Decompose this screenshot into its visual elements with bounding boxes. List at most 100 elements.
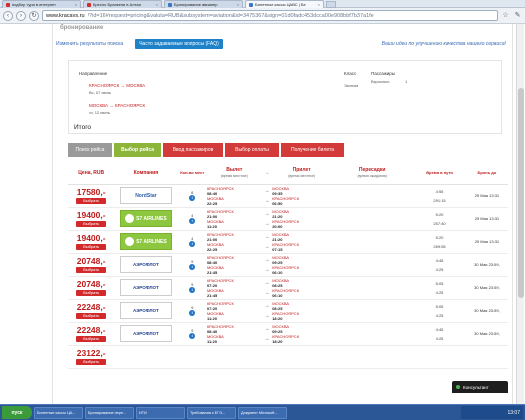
arrive-time: 06:50 [272,200,283,206]
change-search-link[interactable]: Изменить результаты поиска [56,41,123,47]
close-tab-icon[interactable]: × [237,2,239,7]
reload-icon[interactable]: ↻ [29,10,39,21]
choose-button[interactable]: Выбрать [76,243,107,250]
route-return: МОСКВА → КРАСНОЯРСК [89,103,146,108]
airline-name: АЭРОФЛОТ [132,285,159,290]
depart-cell: КРАСНОЯРСК 07:20 МОСКВА 21:45 [206,276,262,300]
choose-button[interactable]: Выбрать [76,312,107,319]
depart-cell: КРАСНОЯРСК 08:40 МОСКВА 22:25 [206,184,262,208]
tab-title: Билетные кассы ЦАВС | Бе [255,2,306,7]
table-row: 19400,- Выбрать S7 AIRLINES 4 i КРАСНОЯРСК 21:… [68,207,508,231]
info-icon[interactable]: i [189,310,196,316]
scrollbar-thumb[interactable] [518,88,524,298]
step-passengers[interactable]: Ввод пассажиров [163,143,223,157]
info-icon[interactable]: i [189,333,196,339]
arrive-time: 20:00 [272,223,283,229]
taskbar-item[interactable]: Документ Microsoft... [238,406,287,419]
choose-button[interactable]: Выбрать [76,220,107,227]
taskbar-item[interactable]: Билетные кассы ЦА... [34,406,83,419]
count-cell: 4i [177,230,207,254]
taskbar-item[interactable]: Требования к ЕГЭ... [187,406,236,419]
price-cell: 23122,- Выбрать [68,345,115,369]
table-row: 23122,- Выбрать [68,345,508,369]
duration-back: 269:55 [433,243,446,249]
browser-tab[interactable]: Кресло Бранкели в Алтаи × [83,0,162,8]
consultant-widget[interactable]: Консультант [452,381,508,393]
close-tab-icon[interactable]: × [318,2,320,7]
choose-button[interactable]: Выбрать [76,266,107,273]
airline-name: АЭРОФЛОТ [132,331,159,336]
info-icon[interactable]: i [189,195,196,201]
step-select-flight[interactable]: Выбор рейса [114,143,161,157]
col-arrow: → [261,162,273,185]
book-cell: 29 Мая 13:31 [465,230,508,254]
scrollbar[interactable] [516,24,524,404]
book-cell: 30 Мая 23:59, [465,253,508,277]
browser-tab[interactable]: Билетные кассы ЦАВС | Бе × [245,0,324,8]
info-icon[interactable]: i [189,241,196,247]
transfers-cell [331,299,414,323]
price-cell: 19400,- Выбрать [68,230,115,254]
choose-button[interactable]: Выбрать [76,358,107,365]
start-button[interactable]: пуск [2,406,32,419]
arrow-icon: → [264,325,270,332]
col-count: Кол-во мест [177,162,207,185]
company-cell [114,345,178,369]
table-header: Цена, RUB Компания Кол-во мест Вылет (вре… [68,162,508,185]
step-ticket[interactable]: Получение билета [281,143,344,157]
close-tab-icon[interactable]: × [75,2,77,7]
arrive-cell: МОСКВА 09:25 КРАСНОЯРСК 06:10 [272,253,332,277]
new-tab-button[interactable] [326,1,336,8]
arrive-time: 07:15 [272,246,283,252]
col-company: Компания [114,162,178,185]
star-icon[interactable]: ☆ [501,11,510,20]
forward-icon[interactable]: › [16,10,26,21]
duration-out: 5:05 [435,303,444,309]
arrow-icon: → [264,243,270,250]
count-cell: 4i [177,207,207,231]
airline-name: АЭРОФЛОТ [132,262,159,267]
favicon-icon [87,2,91,7]
depart-cell: КРАСНОЯРСК 07:20 МОСКВА 11:20 [206,299,262,323]
address-bar[interactable]: www.kracavs.ru /?id=16#request=pricing&v… [42,10,498,21]
table-row: 19400,- Выбрать S7 AIRLINES 4 i КРАСНОЯРСК 21:… [68,230,508,254]
duration-cell [413,345,466,369]
ideas-link[interactable]: Ваши идеи по улучшению качества нашего с… [382,41,506,47]
duration-back: 257:40 [433,220,446,226]
arrow-icon: → [264,220,270,227]
col-transfers: Пересадки (время ожидания) [331,162,414,185]
col-arrive-title: Прилет [292,166,311,173]
arrive-cell: МОСКВА 08:25 КРАСНОЯРСК 06:10 [272,276,332,300]
back-icon[interactable]: ‹ [3,10,13,21]
info-icon[interactable]: i [189,287,196,293]
info-icon[interactable]: i [189,218,196,224]
info-icon[interactable]: i [189,264,196,270]
step-search[interactable]: Поиск рейса [68,143,112,157]
adults-value: 1 [405,79,408,84]
clock: 13:07 [507,409,520,416]
book-until: 30 Мая 23:59, [474,308,500,313]
depart-time: 22:25 [206,200,218,206]
faq-button[interactable]: Часто задаваемые вопросы (FAQ) [135,38,223,49]
wrench-icon[interactable]: ✎ [513,11,522,20]
close-tab-icon[interactable]: × [156,2,158,7]
page-heading: бронирование [60,25,104,31]
taskbar-item[interactable]: ИТИ [136,406,185,419]
price-value: 20748,- [76,255,106,266]
route-return-date: чт, 12 июнь [89,110,110,115]
browser-tab[interactable]: Бронирование авиапер × [164,0,243,8]
browser-tab[interactable]: подбор тура в интернет × [2,0,81,8]
choose-button[interactable]: Выбрать [76,335,107,342]
aeroflot-logo: АЭРОФЛОТ [119,279,172,296]
taskbar-item[interactable]: Бронирование пере... [85,406,134,419]
company-cell: АЭРОФЛОТ [114,276,178,300]
aeroflot-logo: АЭРОФЛОТ [119,302,172,319]
count-cell: 9i [177,322,207,346]
choose-button[interactable]: Выбрать [76,197,107,204]
tab-title: Кресло Бранкели в Алтаи [93,2,141,7]
url-path: /?id=16#request=pricing&valuta=RUB&subsy… [87,12,374,19]
arrow-icon: → [264,266,270,273]
choose-button[interactable]: Выбрать [76,289,107,296]
step-payment[interactable]: Выбор оплаты [225,143,279,157]
arrow-icon: → [264,312,270,319]
